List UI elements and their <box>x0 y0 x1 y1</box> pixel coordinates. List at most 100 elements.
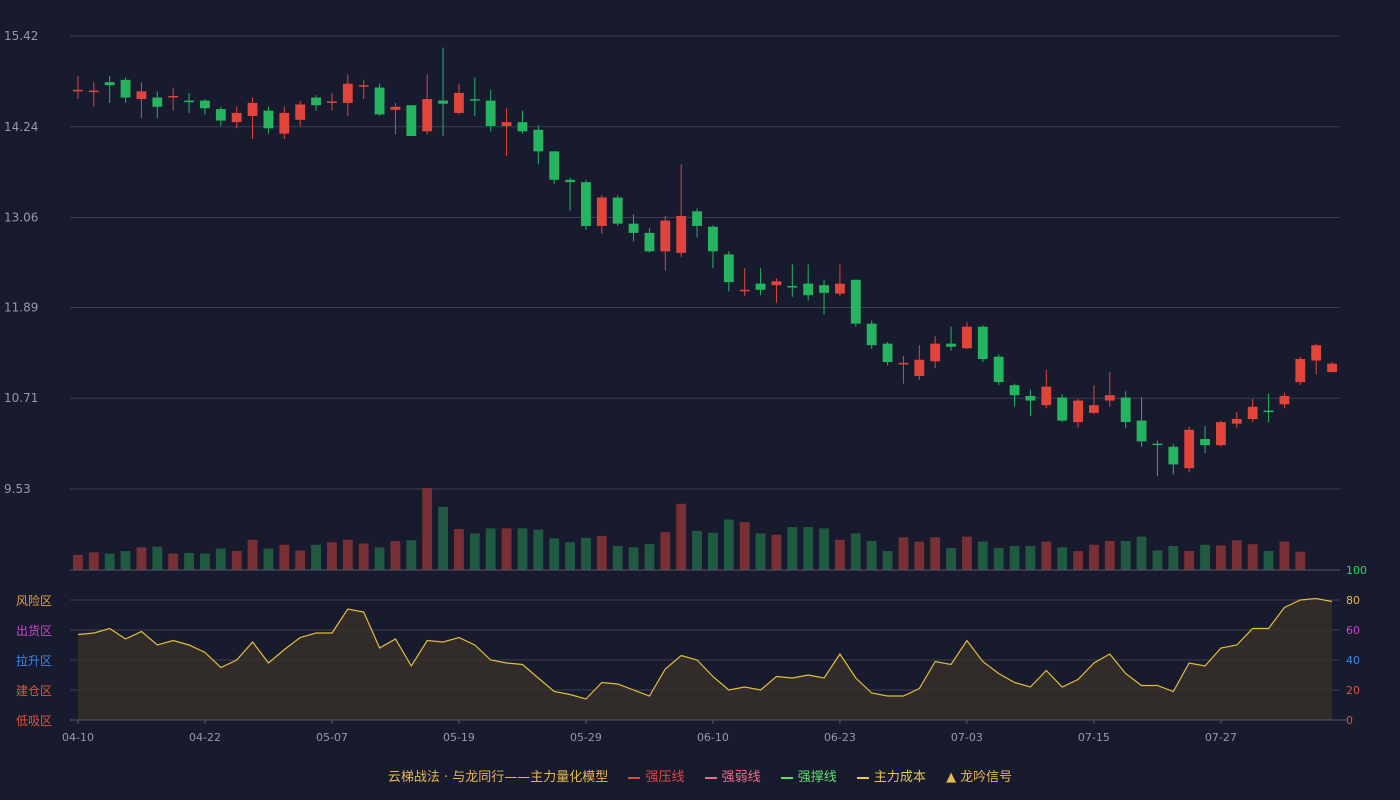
candle-body <box>644 232 655 252</box>
volume-bar <box>533 529 544 570</box>
x-tick-label: 07-27 <box>1205 731 1237 744</box>
candle-body <box>390 106 401 110</box>
candle-body <box>565 179 575 183</box>
volume-bar <box>962 536 972 570</box>
volume-bar <box>390 540 401 570</box>
price-tick-label: 9.53 <box>4 482 31 496</box>
candle-body <box>882 343 893 363</box>
volume-bar <box>882 551 893 570</box>
volume-bar <box>438 506 448 570</box>
candle-body <box>295 104 306 120</box>
volume-bar <box>850 533 861 570</box>
legend-item-main-cost[interactable]: 主力成本 <box>856 766 926 785</box>
volume-bar <box>771 534 782 570</box>
candle-body <box>755 283 766 290</box>
legend-item-strong-weak[interactable]: 强弱线 <box>704 766 761 785</box>
price-tick-label: 15.42 <box>4 29 38 43</box>
legend-item-dragon-signal[interactable]: ▲ 龙吟信号 <box>946 766 1012 785</box>
candle-body <box>898 362 909 365</box>
volume-bar <box>660 532 671 570</box>
candle-body <box>342 83 353 103</box>
legend-label-strong-support: 强撑线 <box>797 770 837 785</box>
volume-bar <box>1295 551 1306 570</box>
chart-legend: 云梯战法 · 与龙同行——主力量化模型 强压线 强弱线 强撑线 主力成本 ▲ 龙吟… <box>0 766 1400 785</box>
volume-bar <box>120 551 131 570</box>
candle-body <box>469 99 480 101</box>
volume-bar <box>1057 547 1068 570</box>
volume-bar <box>295 550 306 570</box>
candle-body <box>1295 359 1306 383</box>
volume-bar <box>993 547 1004 570</box>
volume-bar <box>628 547 639 570</box>
volume-bar <box>835 539 845 570</box>
candle-body <box>1327 363 1337 373</box>
candle-body <box>152 97 163 107</box>
x-tick-label: 05-29 <box>570 731 602 744</box>
volume-bar <box>263 548 274 570</box>
volume-bar <box>755 533 766 570</box>
candle-body <box>866 323 877 346</box>
volume-bar <box>184 552 194 570</box>
volume-bar <box>692 530 702 570</box>
candle-body <box>104 82 115 86</box>
indicator-tick-label: 80 <box>1346 594 1360 607</box>
candle-body <box>311 97 321 106</box>
candle-body <box>406 105 417 136</box>
candle-body <box>977 326 988 360</box>
candle-body <box>581 182 591 226</box>
candle-body <box>692 211 702 226</box>
candle-body <box>596 197 607 226</box>
candle-body <box>676 215 687 253</box>
candle-body <box>358 85 369 87</box>
candle-body <box>501 122 512 126</box>
candle-body <box>1104 395 1115 401</box>
candle-body <box>1247 406 1258 420</box>
volume-bar <box>406 540 417 570</box>
volume-bar <box>358 543 369 570</box>
candle-body <box>1263 410 1274 413</box>
candle-body <box>120 79 131 98</box>
volume-bar <box>1073 551 1083 570</box>
volume-bar <box>1200 544 1210 570</box>
volume-bar <box>1089 544 1099 570</box>
legend-label-strong-pressure: 强压线 <box>645 770 685 785</box>
volume-bar <box>708 532 718 570</box>
candle-body <box>628 223 639 233</box>
volume-bar <box>136 547 147 570</box>
volume-bar <box>1279 541 1290 570</box>
candle-body <box>819 285 829 293</box>
candle-body <box>1025 395 1036 401</box>
legend-item-strong-pressure[interactable]: 强压线 <box>628 766 684 785</box>
stock-chart: 15.42 14.24 13.06 11.89 10.71 9.53 100 80 60 40 20… <box>4 29 1367 744</box>
volume-bar <box>517 528 528 570</box>
volume-bar <box>977 541 988 570</box>
volume-bar <box>311 544 321 570</box>
volume-bar <box>612 546 623 570</box>
candle-body <box>1041 386 1052 406</box>
legend-item-strong-support[interactable]: 强撑线 <box>780 766 837 785</box>
candle-body <box>1057 397 1068 421</box>
x-tick-label: 07-15 <box>1078 731 1110 744</box>
volume-bar <box>1120 540 1131 570</box>
volume-bar <box>279 544 290 570</box>
volume-bar <box>231 551 242 570</box>
volume-bar <box>152 546 163 570</box>
x-tick-label: 06-23 <box>824 731 856 744</box>
price-tick-label: 13.06 <box>4 211 38 225</box>
candle-body <box>1184 429 1195 469</box>
candle-body <box>168 95 179 98</box>
candle-body <box>533 129 544 152</box>
candle-body <box>1311 345 1322 361</box>
legend-swatch-strong-support <box>780 776 793 779</box>
candle-body <box>184 100 194 103</box>
candle-body <box>787 285 798 288</box>
candle-body <box>88 90 99 93</box>
candle-body <box>962 326 972 349</box>
x-tick-label: 04-10 <box>62 731 94 744</box>
volume-bar <box>374 547 385 570</box>
x-tick-label: 06-10 <box>697 731 729 744</box>
volume-bar <box>596 535 607 570</box>
candle-body <box>1231 419 1242 424</box>
volume-bar <box>422 488 433 570</box>
candle-body <box>247 102 258 116</box>
